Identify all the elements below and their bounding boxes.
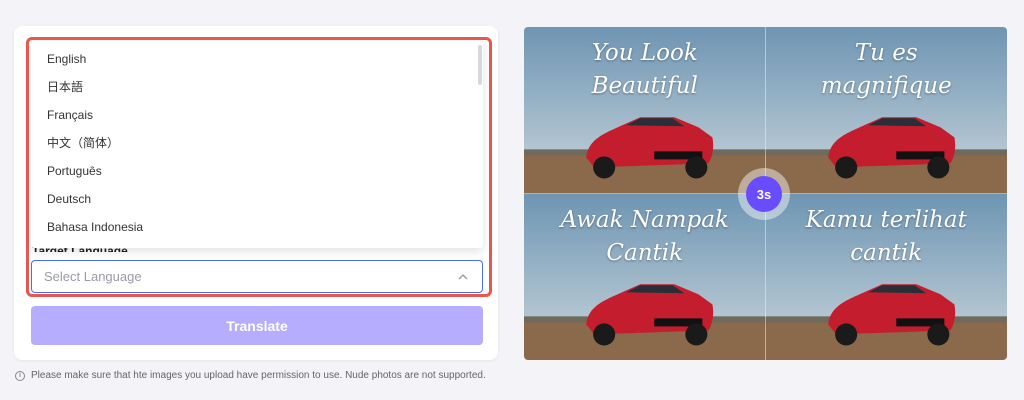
preview-caption: Awak Nampak Cantik — [560, 206, 729, 266]
preview-caption: Kamu terlihat cantik — [805, 206, 967, 266]
preview-panel: Kamu terlihat cantik — [765, 193, 1007, 360]
preview-panel: Awak Nampak Cantik — [524, 193, 766, 360]
countdown-value: 3s — [746, 176, 782, 212]
disclaimer: i Please make sure that hte images you u… — [15, 370, 486, 381]
preview-caption: Tu es magnifique — [820, 40, 952, 99]
preview-caption: You Look Beautiful — [591, 40, 698, 99]
highlight-box — [26, 37, 492, 297]
disclaimer-text: Please make sure that hte images you upl… — [31, 370, 486, 381]
countdown-timer: 3s — [738, 168, 790, 220]
info-icon: i — [15, 370, 25, 381]
preview-panel: Tu es magnifique — [765, 27, 1007, 194]
preview-panel: You Look Beautiful — [524, 27, 766, 194]
translate-button[interactable]: Translate — [31, 306, 483, 345]
